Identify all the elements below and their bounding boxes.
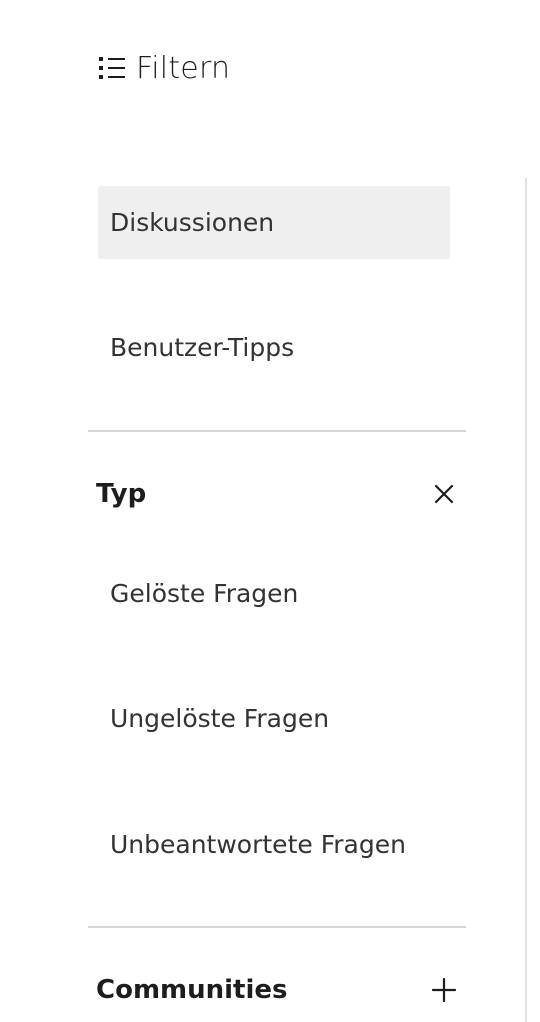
section-title: Communities (96, 975, 288, 1005)
vertical-divider (525, 178, 527, 1022)
plus-icon[interactable] (430, 976, 458, 1004)
close-icon[interactable] (430, 480, 458, 508)
section-divider (88, 430, 466, 432)
filter-header[interactable]: Filtern (98, 46, 230, 90)
filter-option-ungeloeste-fragen[interactable]: Ungelöste Fragen (98, 688, 450, 748)
section-title: Typ (96, 479, 147, 509)
filter-title: Filtern (136, 50, 231, 86)
filter-option-label: Ungelöste Fragen (110, 703, 330, 733)
filter-option-benutzer-tipps[interactable]: Benutzer-Tipps (98, 311, 450, 384)
section-header-communities[interactable]: Communities (96, 970, 458, 1010)
filter-option-diskussionen[interactable]: Diskussionen (98, 186, 450, 259)
filter-option-label: Diskussionen (110, 208, 275, 237)
filter-option-label: Benutzer-Tipps (110, 333, 295, 362)
filter-option-label: Gelöste Fragen (110, 578, 299, 608)
section-divider (88, 926, 466, 928)
list-icon (99, 57, 125, 79)
section-header-typ[interactable]: Typ (96, 474, 458, 514)
filter-panel: Filtern Diskussionen Benutzer-Tipps Typ … (0, 0, 540, 1022)
filter-option-label: Unbeantwortete Fragen (110, 829, 406, 859)
filter-option-unbeantwortete-fragen[interactable]: Unbeantwortete Fragen (98, 814, 450, 874)
filter-option-geloeste-fragen[interactable]: Gelöste Fragen (98, 563, 450, 623)
